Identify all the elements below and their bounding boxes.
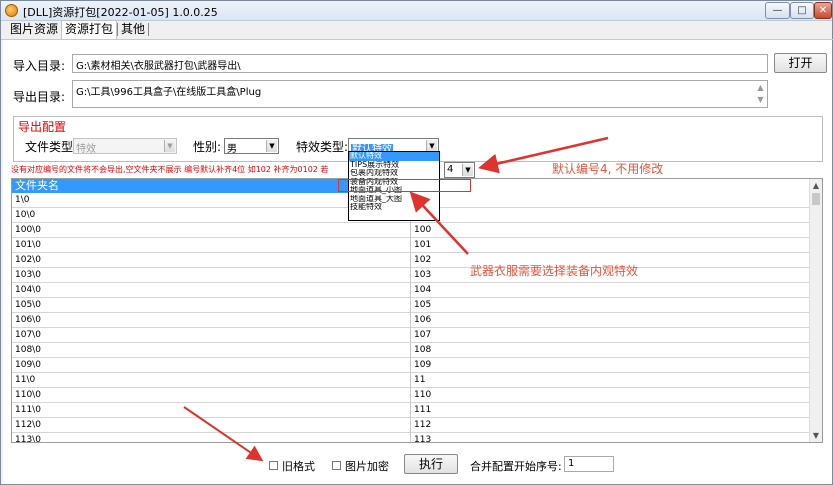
- table-scrollbar[interactable]: ▲ ▼: [809, 179, 822, 442]
- scroll-up-icon[interactable]: ▲: [755, 82, 766, 94]
- title-bar: [DLL]资源打包[2022-01-05] 1.0.0.25 — □ ✕: [1, 1, 832, 21]
- file-type-label: 文件类型:: [25, 140, 78, 154]
- effect-type-label: 特效类型:: [296, 140, 349, 154]
- cell-number: 106: [410, 313, 811, 328]
- open-button[interactable]: 打开: [774, 53, 827, 73]
- highlight-box-equipment-effect: [338, 179, 471, 192]
- table-row[interactable]: 106\0 106: [12, 313, 811, 328]
- table-row[interactable]: 109\0 109: [12, 358, 811, 373]
- tab-resource-packing[interactable]: 资源打包: [61, 20, 118, 39]
- table-row[interactable]: 112\0 112: [12, 418, 811, 433]
- dropdown-option[interactable]: 默认特效: [349, 152, 439, 161]
- table-row[interactable]: 104\0 104: [12, 283, 811, 298]
- cell-number: 107: [410, 328, 811, 343]
- scroll-thumb[interactable]: [812, 193, 820, 205]
- image-encrypt-label: 图片加密: [345, 460, 389, 473]
- annotation-weapon-note: 武器衣服需要选择装备内观特效: [470, 264, 639, 278]
- tab-strip: 图片资源 资源打包 其他: [7, 20, 150, 39]
- cell-number: 104: [410, 283, 811, 298]
- cell-folder-name: 103\0: [15, 270, 41, 280]
- old-format-checkbox[interactable]: [269, 461, 278, 470]
- tab-other[interactable]: 其他: [118, 21, 148, 38]
- dropdown-option[interactable]: 地面道具_大图: [349, 195, 439, 204]
- table-row[interactable]: 110\0 110: [12, 388, 811, 403]
- dropdown-option[interactable]: 包裹内观特效: [349, 169, 439, 178]
- old-format-label: 旧格式: [282, 460, 315, 473]
- export-hint-text: 没有对应编号的文件将不会导出,空文件夹不展示 编号默认补齐4位 如102 补齐为…: [11, 165, 329, 174]
- cell-number: 110: [410, 388, 811, 403]
- table-row[interactable]: 105\0 105: [12, 298, 811, 313]
- export-config-title: 导出配置: [18, 120, 67, 134]
- cell-number: 10: [410, 208, 811, 223]
- merge-start-label: 合并配置开始序号:: [470, 460, 562, 473]
- cell-number: 105: [410, 298, 811, 313]
- gender-value: 男: [227, 144, 237, 155]
- cell-folder-name: 108\0: [15, 345, 41, 355]
- digits-select[interactable]: 4 ▼: [444, 162, 475, 178]
- cell-number: 109: [410, 358, 811, 373]
- cell-number: 113: [410, 433, 811, 442]
- scroll-down-icon[interactable]: ▼: [810, 429, 822, 442]
- import-dir-label: 导入目录:: [13, 59, 66, 73]
- cell-folder-name: 104\0: [15, 285, 41, 295]
- cell-folder-name: 106\0: [15, 315, 41, 325]
- app-window: [DLL]资源打包[2022-01-05] 1.0.0.25 — □ ✕ 图片资…: [0, 0, 833, 485]
- table-row[interactable]: 103\0 103: [12, 268, 811, 283]
- cell-number: 112: [410, 418, 811, 433]
- chevron-down-icon[interactable]: ▼: [462, 164, 473, 176]
- cell-number: 100: [410, 223, 811, 238]
- tab-divider: [148, 23, 150, 36]
- cell-number: 111: [410, 403, 811, 418]
- export-dir-label: 导出目录:: [13, 90, 66, 104]
- scroll-down-icon[interactable]: ▼: [755, 94, 766, 106]
- cell-number: 1: [410, 193, 811, 208]
- chevron-down-icon: ▼: [164, 140, 175, 152]
- cell-folder-name: 110\0: [15, 390, 41, 400]
- export-dir-scrollbar[interactable]: ▲ ▼: [755, 82, 766, 106]
- gender-select[interactable]: 男 ▼: [224, 138, 279, 155]
- file-type-value: 特效: [76, 144, 96, 155]
- table-row[interactable]: 101\0 101: [12, 238, 811, 253]
- table-row[interactable]: 11\0 11: [12, 373, 811, 388]
- cell-number: 108: [410, 343, 811, 358]
- dropdown-option[interactable]: 技能特效: [349, 203, 439, 212]
- image-encrypt-checkbox[interactable]: [332, 461, 341, 470]
- execute-button[interactable]: 执行: [404, 454, 458, 474]
- cell-number: 101: [410, 238, 811, 253]
- cell-folder-name: 112\0: [15, 420, 41, 430]
- dropdown-option[interactable]: TIPS展示特效: [349, 161, 439, 170]
- digits-value: 4: [447, 164, 454, 175]
- table-row[interactable]: 113\0 113: [12, 433, 811, 443]
- cell-folder-name: 111\0: [15, 405, 41, 415]
- export-dir-value: G:\工具\996工具盒子\在线版工具盒\Plug: [76, 87, 262, 98]
- file-type-select: 特效 ▼: [73, 138, 177, 155]
- cell-folder-name: 107\0: [15, 330, 41, 340]
- table-row[interactable]: 107\0 107: [12, 328, 811, 343]
- cell-folder-name: 113\0: [15, 435, 41, 443]
- cell-folder-name: 100\0: [15, 225, 41, 235]
- table-row[interactable]: 102\0 102: [12, 253, 811, 268]
- gender-label: 性别:: [193, 140, 222, 154]
- cell-folder-name: 102\0: [15, 255, 41, 265]
- cell-folder-name: 105\0: [15, 300, 41, 310]
- close-button[interactable]: ✕: [814, 2, 832, 19]
- export-dir-input[interactable]: G:\工具\996工具盒子\在线版工具盒\Plug ▲ ▼: [72, 80, 768, 108]
- scroll-up-icon[interactable]: ▲: [810, 179, 822, 192]
- import-dir-input[interactable]: G:\素材相关\衣服武器打包\武器导出\: [72, 54, 768, 73]
- minimize-button[interactable]: —: [765, 2, 790, 19]
- table-row[interactable]: 108\0 108: [12, 343, 811, 358]
- table-row[interactable]: 100\0 100: [12, 223, 811, 238]
- app-icon: [5, 4, 18, 17]
- cell-folder-name: 11\0: [15, 375, 36, 385]
- merge-start-input[interactable]: 1: [564, 456, 614, 472]
- chevron-down-icon[interactable]: ▼: [266, 140, 277, 152]
- tab-image-resources[interactable]: 图片资源: [7, 21, 61, 38]
- table-row[interactable]: 111\0 111: [12, 403, 811, 418]
- cell-number: 11: [410, 373, 811, 388]
- maximize-button[interactable]: □: [790, 2, 814, 19]
- cell-folder-name: 101\0: [15, 240, 41, 250]
- cell-folder-name: 109\0: [15, 360, 41, 370]
- window-title: [DLL]资源打包[2022-01-05] 1.0.0.25: [23, 6, 218, 19]
- annotation-default-number: 默认编号4, 不用修改: [552, 162, 664, 176]
